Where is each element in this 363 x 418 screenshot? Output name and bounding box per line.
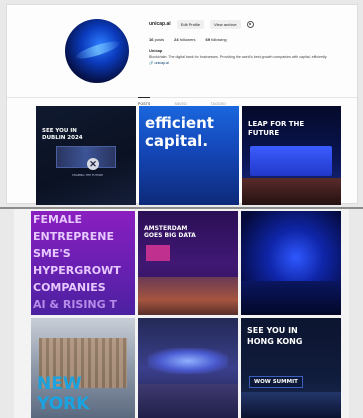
- post-dublin-banner: [56, 146, 116, 168]
- post-tile-hong-kong[interactable]: SEE YOU IN HONG KONG WOW SUMMIT: [241, 318, 341, 418]
- following-label: following: [211, 37, 227, 42]
- posts-count: 16: [149, 37, 154, 42]
- following-count: 69: [205, 37, 210, 42]
- followers-label: followers: [179, 37, 196, 42]
- post-efficient-line1: efficient: [145, 114, 214, 132]
- post-lounge-lights: [148, 348, 228, 374]
- edit-profile-button[interactable]: Edit Profile: [176, 19, 205, 29]
- following-stat[interactable]: 69 following: [206, 37, 227, 42]
- post-female-line-2: SME'S: [33, 247, 71, 260]
- profile-name: Unicap: [149, 48, 163, 53]
- post-hk-skyline: [241, 392, 341, 418]
- post-dublin-small: SHAPING THE FUTURE: [72, 173, 104, 177]
- followers-stat[interactable]: 24 followers: [174, 37, 195, 42]
- post-leap-line1: LEAP FOR THE: [248, 120, 305, 128]
- post-hk-line1: SEE YOU IN: [247, 326, 298, 335]
- post-female-line-3: HYPERGROWT: [33, 264, 121, 277]
- post-tile-dublin[interactable]: SEE YOU IN DUBLIN 2024 ✕ SHAPING THE FUT…: [36, 106, 136, 205]
- post-leap-stage: [250, 146, 332, 176]
- profile-stats: 16 posts 24 followers 69 following: [149, 37, 354, 42]
- post-tile-blue-stage[interactable]: [241, 211, 341, 315]
- profile-bio: Blockchain: The digital bank for busines…: [149, 55, 328, 59]
- post-amsterdam-line2: GOES BIG DATA: [144, 232, 196, 239]
- post-tile-female-entrepreneurs[interactable]: FEMALE ENTREPRENE SME'S HYPERGROWT COMPA…: [31, 211, 135, 315]
- profile-avatar[interactable]: [65, 19, 129, 83]
- post-tile-efficient-capital[interactable]: efficient capital.: [139, 106, 239, 205]
- posts-stat[interactable]: 16 posts: [149, 37, 164, 42]
- post-female-line-4: COMPANIES: [33, 281, 106, 294]
- x-logo-icon: ✕: [87, 158, 99, 170]
- post-ny-line2: YORK: [37, 394, 90, 414]
- post-dublin-line2: DUBLIN 2024: [42, 135, 83, 141]
- post-blue-stage-floor: [241, 281, 341, 315]
- post-tile-lounge[interactable]: [138, 318, 238, 418]
- post-leap-line2: FUTURE: [248, 129, 280, 137]
- profile-info: unicap.ai Edit Profile View archive 16 p…: [149, 19, 354, 65]
- view-archive-button[interactable]: View archive: [210, 19, 241, 29]
- post-female-line-0: FEMALE: [33, 213, 83, 226]
- post-lounge-floor: [138, 384, 238, 418]
- post-efficient-line2: capital.: [145, 132, 209, 150]
- followers-count: 24: [174, 37, 179, 42]
- post-hk-badge: WOW SUMMIT: [249, 376, 303, 388]
- post-female-line-1: ENTREPRENE: [33, 230, 114, 243]
- posts-label: posts: [154, 37, 165, 42]
- post-female-line-5: AI & RISING T: [33, 298, 118, 311]
- post-amsterdam-pink-card: [146, 245, 170, 261]
- post-tile-amsterdam[interactable]: AMSTERDAM GOES BIG DATA: [138, 211, 238, 315]
- profile-link[interactable]: 🔗 unicap.ai: [149, 61, 354, 65]
- post-amsterdam-line1: AMSTERDAM: [144, 225, 188, 232]
- post-amsterdam-crowd: [138, 277, 238, 315]
- username: unicap.ai: [149, 21, 171, 27]
- post-ny-line1: NEW: [37, 374, 82, 394]
- post-dublin-line1: SEE YOU IN: [42, 128, 77, 134]
- settings-gear-icon[interactable]: [246, 20, 254, 28]
- post-leap-crowd: [242, 178, 341, 205]
- profile-actions-row: unicap.ai Edit Profile View archive: [149, 19, 354, 29]
- post-tile-new-york[interactable]: NEW YORK: [31, 318, 135, 418]
- post-hk-line2: HONG KONG: [247, 337, 303, 346]
- post-tile-leap-future[interactable]: LEAP FOR THE FUTURE: [242, 106, 341, 205]
